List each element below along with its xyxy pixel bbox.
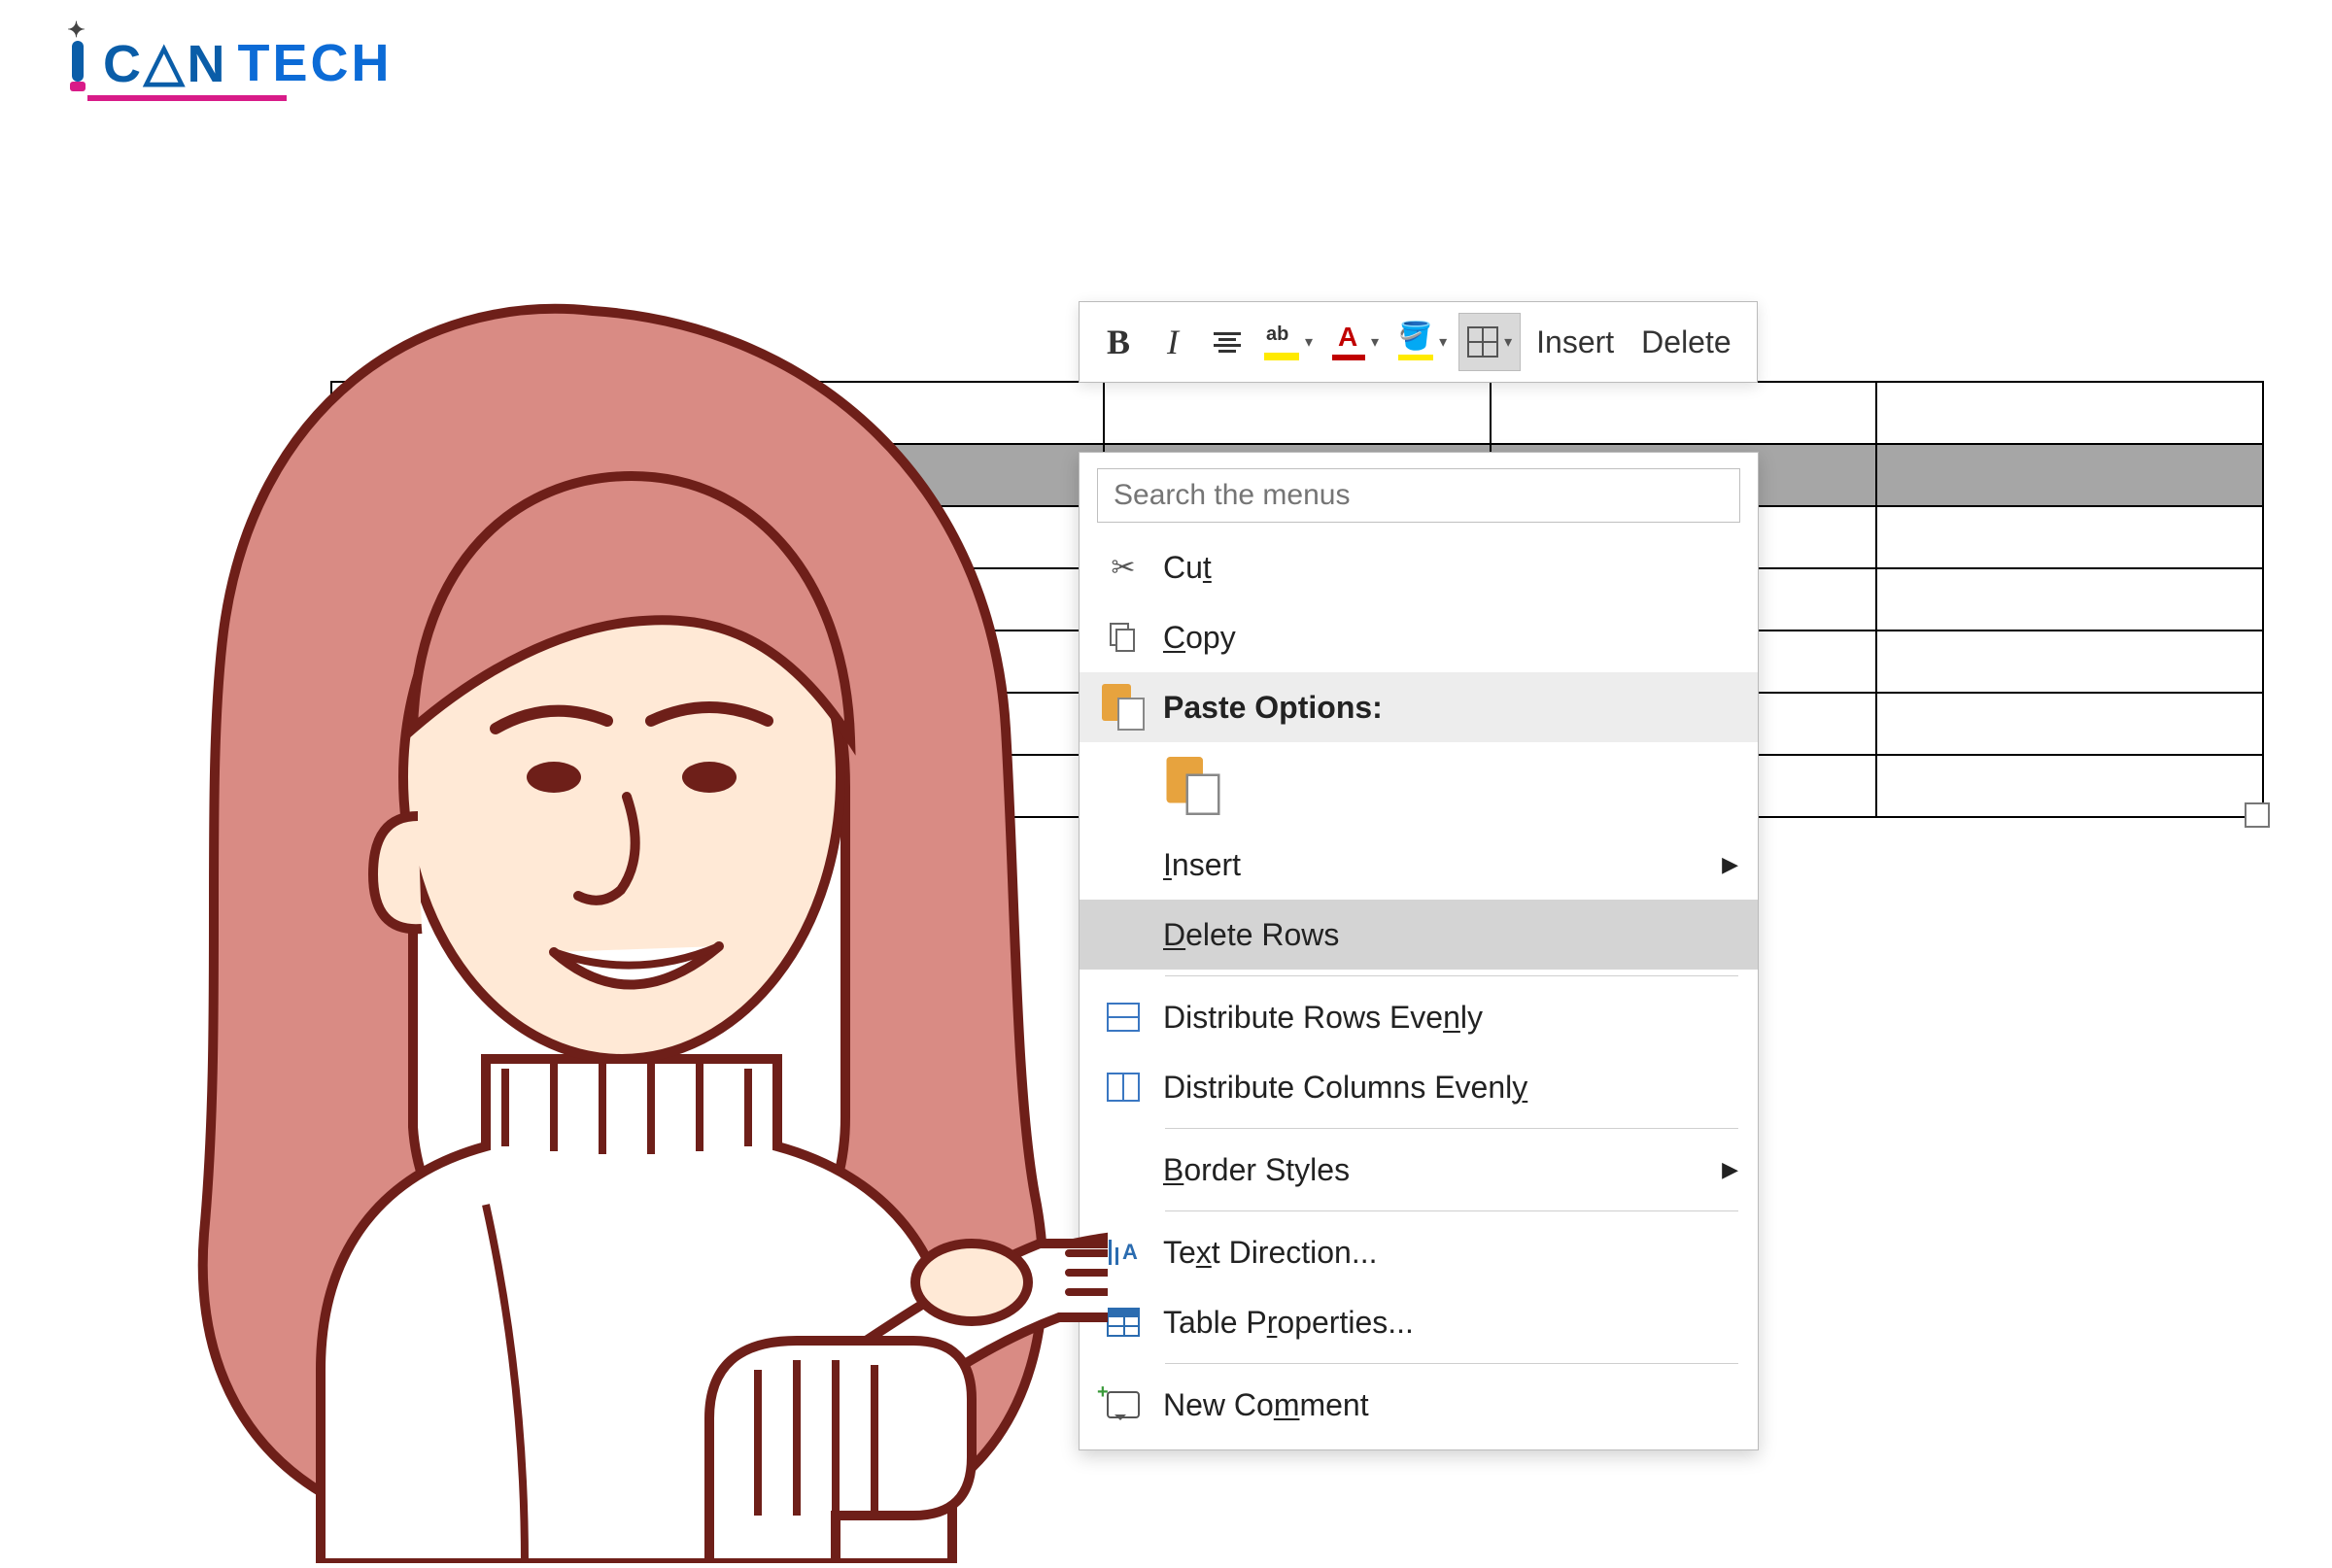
insert-button[interactable]: Insert: [1525, 313, 1626, 371]
table-row[interactable]: [331, 382, 2263, 444]
menu-item-distribute-rows[interactable]: Distribute Rows Evenly: [1080, 982, 1758, 1052]
highlight-color-button[interactable]: ab ▾: [1256, 313, 1320, 371]
text-direction-icon: A: [1097, 1240, 1149, 1265]
paste-icon: [1097, 684, 1149, 731]
menu-search[interactable]: [1097, 468, 1740, 523]
menu-item-table-properties[interactable]: Table Properties...: [1080, 1287, 1758, 1357]
bold-button[interactable]: B: [1093, 313, 1144, 371]
italic-button[interactable]: I: [1148, 313, 1198, 371]
brand-logo: ✦ C△N TECH: [58, 29, 393, 101]
highlight-icon: ab: [1264, 327, 1299, 357]
menu-separator: [1165, 1363, 1738, 1364]
mini-toolbar: B I ab ▾ A ▾ 🪣 ▾ ▾ Insert Delete: [1079, 301, 1758, 383]
distribute-columns-icon: [1097, 1073, 1149, 1102]
new-comment-icon: +: [1097, 1391, 1149, 1418]
distribute-rows-icon: [1097, 1003, 1149, 1032]
chevron-down-icon: ▾: [1439, 332, 1447, 352]
menu-item-insert[interactable]: Insert ▶: [1080, 830, 1758, 900]
paint-bucket-icon: 🪣: [1398, 325, 1433, 358]
logo-underline: [87, 95, 287, 101]
menu-item-new-comment[interactable]: + New Comment: [1080, 1370, 1758, 1440]
menu-separator: [1165, 975, 1738, 976]
chevron-down-icon: ▾: [1371, 332, 1379, 352]
lightbulb-icon: ✦: [58, 29, 97, 97]
scissors-icon: ✂: [1097, 551, 1149, 585]
menu-item-delete-rows[interactable]: Delete Rows: [1080, 900, 1758, 970]
chevron-down-icon: ▾: [1504, 332, 1512, 352]
menu-item-text-direction[interactable]: A Text Direction...: [1080, 1217, 1758, 1287]
menu-search-input[interactable]: [1112, 478, 1726, 513]
menu-item-distribute-columns[interactable]: Distribute Columns Evenly: [1080, 1052, 1758, 1122]
menu-item-cut[interactable]: ✂ Cut: [1080, 532, 1758, 602]
chevron-down-icon: ▾: [1305, 332, 1313, 352]
menu-separator: [1165, 1210, 1738, 1211]
menu-item-paste-options: Paste Options:: [1080, 672, 1758, 742]
align-center-icon: [1214, 329, 1241, 356]
logo-text-can: C△N: [103, 33, 228, 94]
borders-icon: [1467, 326, 1498, 358]
align-center-button[interactable]: [1202, 313, 1252, 371]
delete-button[interactable]: Delete: [1629, 313, 1743, 371]
clipboard-icon: [1167, 763, 1219, 809]
submenu-arrow-icon: ▶: [1722, 1157, 1738, 1182]
submenu-arrow-icon: ▶: [1722, 852, 1738, 877]
shading-button[interactable]: 🪣 ▾: [1390, 313, 1455, 371]
copy-icon: [1097, 622, 1149, 653]
table-properties-icon: [1097, 1308, 1149, 1337]
logo-text-tech: TECH: [238, 33, 393, 93]
table-resize-handle[interactable]: [2245, 802, 2270, 828]
font-color-icon: A: [1332, 325, 1365, 358]
context-menu: ✂ Cut Copy Paste Options: Insert ▶ Delet…: [1079, 452, 1759, 1450]
menu-item-border-styles[interactable]: Border Styles ▶: [1080, 1135, 1758, 1205]
borders-button[interactable]: ▾: [1458, 313, 1521, 371]
menu-item-copy[interactable]: Copy: [1080, 602, 1758, 672]
menu-separator: [1165, 1128, 1738, 1129]
font-color-button[interactable]: A ▾: [1324, 313, 1387, 371]
paste-option-keep-source[interactable]: [1080, 742, 1758, 830]
